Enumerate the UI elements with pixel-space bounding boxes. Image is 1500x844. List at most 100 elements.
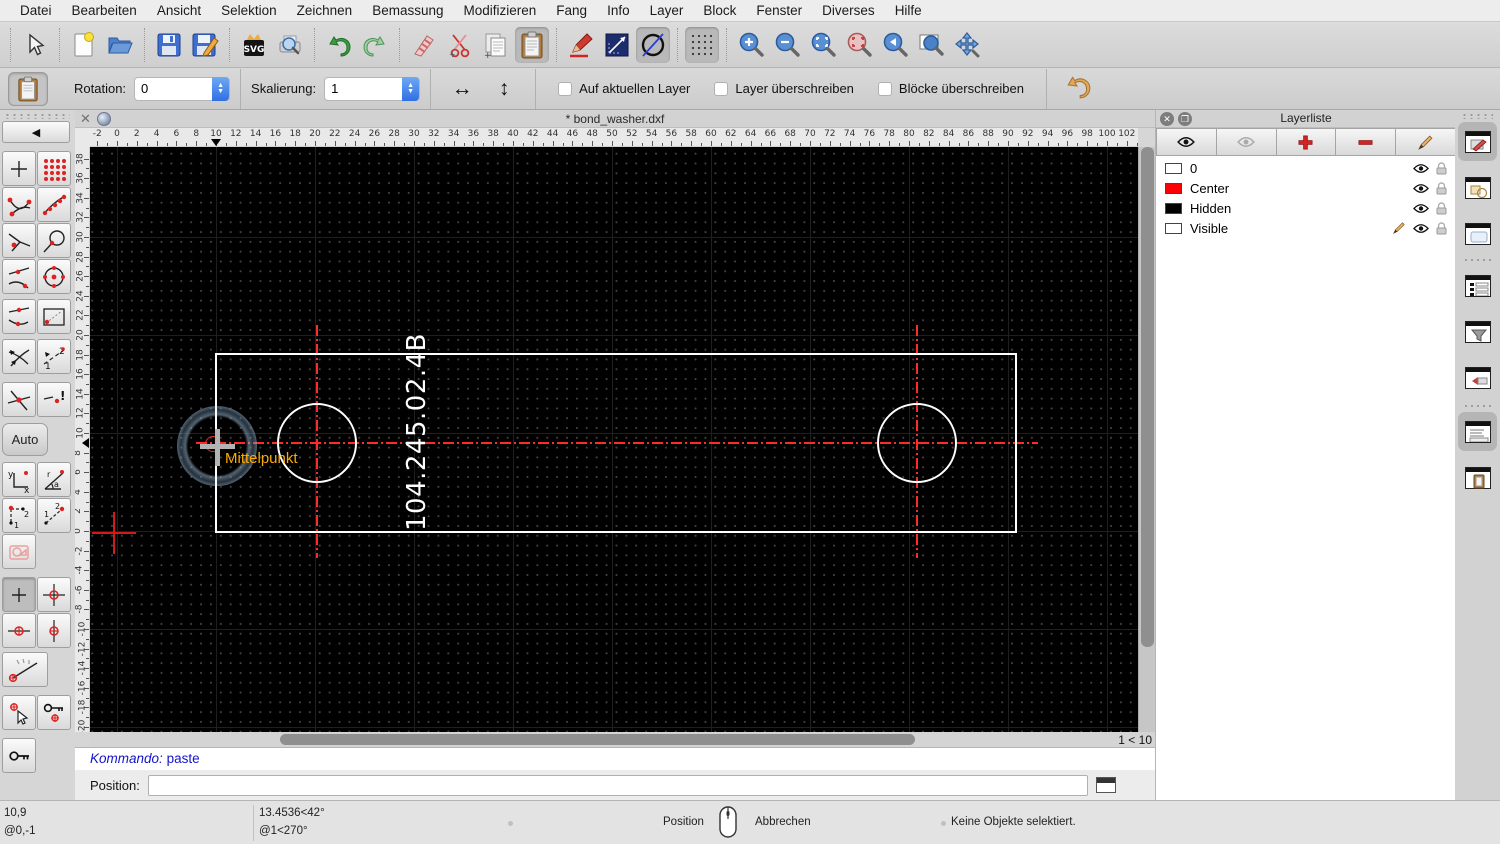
- snap-endpoints-button[interactable]: [2, 187, 36, 222]
- hide-all-layers-button[interactable]: [1216, 128, 1277, 156]
- layer-visible-icon[interactable]: [1413, 163, 1429, 174]
- checkbox-overwrite-blocks[interactable]: Blöcke überschreiben: [877, 81, 1024, 96]
- zoom-selection-button[interactable]: [842, 27, 876, 63]
- dock-selection-filter-button[interactable]: [1458, 312, 1497, 351]
- relative-polar-button[interactable]: 12: [37, 498, 71, 533]
- menu-datei[interactable]: Datei: [10, 3, 62, 18]
- snap-grid-button[interactable]: [37, 151, 71, 186]
- layer-row-visible[interactable]: Visible: [1156, 218, 1456, 238]
- menu-diverses[interactable]: Diverses: [812, 3, 885, 18]
- dock-library-browser-button[interactable]: [1458, 358, 1497, 397]
- checkbox-box[interactable]: [877, 81, 892, 96]
- checkbox-current-layer[interactable]: Auf aktuellen Layer: [558, 81, 690, 96]
- crosshair-horizontal-button[interactable]: [2, 613, 36, 648]
- coordinate-cartesian-button[interactable]: yx: [2, 462, 36, 497]
- flip-horizontal-button[interactable]: ↔: [445, 72, 479, 106]
- menu-bemassung[interactable]: Bemassung: [362, 3, 453, 18]
- dock-layer-list-button[interactable]: [1458, 122, 1497, 161]
- snap-center-button[interactable]: [37, 259, 71, 294]
- rotation-stepper[interactable]: ▲ ▼: [212, 76, 230, 101]
- coordinate-polar-button[interactable]: ra: [37, 462, 71, 497]
- layer-color-swatch[interactable]: [1165, 202, 1182, 214]
- menu-block[interactable]: Block: [693, 3, 746, 18]
- checkbox-overwrite-layers[interactable]: Layer überschreiben: [714, 81, 854, 96]
- save-document-button[interactable]: [152, 27, 186, 63]
- layer-lock-icon[interactable]: [1436, 221, 1447, 235]
- open-document-button[interactable]: [103, 27, 137, 63]
- snap-auto-intersection-button[interactable]: [2, 339, 36, 374]
- menu-hilfe[interactable]: Hilfe: [885, 3, 932, 18]
- crosshair-full-button[interactable]: [37, 577, 71, 612]
- vertical-scrollbar[interactable]: [1138, 147, 1155, 732]
- save-document-as-button[interactable]: [188, 27, 222, 63]
- dock-drag-handle[interactable]: [1461, 113, 1493, 119]
- menu-fang[interactable]: Fang: [546, 3, 597, 18]
- dock-command-line-button[interactable]: [1458, 412, 1497, 451]
- snap-intersection-button[interactable]: [2, 382, 36, 417]
- horizontal-scrollbar-thumb[interactable]: [280, 734, 915, 745]
- layer-lock-icon[interactable]: [1436, 161, 1447, 175]
- selection-pointer-button[interactable]: [18, 27, 52, 63]
- paste-button[interactable]: [515, 26, 549, 63]
- reset-tool-button[interactable]: [1061, 72, 1095, 106]
- snap-reference-button[interactable]: [37, 299, 71, 334]
- menu-selektion[interactable]: Selektion: [211, 3, 287, 18]
- snap-intersection-manual-button[interactable]: 12: [37, 339, 71, 374]
- menu-ansicht[interactable]: Ansicht: [147, 3, 211, 18]
- lock-relative-zero-button[interactable]: [2, 738, 36, 773]
- edit-layer-button[interactable]: [1396, 128, 1456, 156]
- rotation-input[interactable]: [141, 81, 206, 96]
- checkbox-box[interactable]: [714, 81, 729, 96]
- add-layer-button[interactable]: [1276, 128, 1337, 156]
- menu-modifizieren[interactable]: Modifizieren: [454, 3, 547, 18]
- snap-free-button[interactable]: [2, 151, 36, 186]
- snap-on-entity-button[interactable]: [37, 187, 71, 222]
- new-document-button[interactable]: [67, 27, 101, 63]
- flip-vertical-button[interactable]: ↕: [487, 72, 521, 106]
- snap-perpendicular-button[interactable]: [2, 223, 36, 258]
- menu-zeichnen[interactable]: Zeichnen: [287, 3, 363, 18]
- layer-color-swatch[interactable]: [1165, 182, 1182, 194]
- menu-fenster[interactable]: Fenster: [746, 3, 812, 18]
- layer-visible-icon[interactable]: [1413, 183, 1429, 194]
- layer-visible-icon[interactable]: [1413, 203, 1429, 214]
- position-input[interactable]: [147, 774, 1088, 796]
- crosshair-free-button[interactable]: [2, 577, 36, 612]
- panel-close-icon[interactable]: ✕: [1160, 112, 1174, 126]
- menu-bearbeiten[interactable]: Bearbeiten: [62, 3, 147, 18]
- layer-lock-icon[interactable]: [1436, 201, 1447, 215]
- layer-lock-icon[interactable]: [1436, 181, 1447, 195]
- zoom-out-button[interactable]: [770, 27, 804, 63]
- crosshair-vertical-button[interactable]: [37, 613, 71, 648]
- set-reference-key-button[interactable]: [37, 695, 71, 730]
- snap-tangent-button[interactable]: [37, 223, 71, 258]
- layer-row-hidden[interactable]: Hidden: [1156, 198, 1456, 218]
- scale-input[interactable]: [331, 81, 396, 96]
- layer-color-swatch[interactable]: [1165, 222, 1182, 234]
- checkbox-box[interactable]: [558, 81, 573, 96]
- pan-button[interactable]: [950, 27, 984, 63]
- toolbox-back-button[interactable]: ◀: [2, 121, 70, 143]
- show-all-layers-button[interactable]: [1156, 128, 1217, 156]
- delete-eraser-button[interactable]: [407, 27, 441, 63]
- set-reference-pointer-button[interactable]: [2, 695, 36, 730]
- copy-button[interactable]: +: [479, 27, 513, 63]
- zoom-in-button[interactable]: [734, 27, 768, 63]
- panel-detach-icon[interactable]: ❐: [1178, 112, 1192, 126]
- command-window-toggle-icon[interactable]: [1095, 777, 1116, 793]
- layer-row-0[interactable]: 0: [1156, 158, 1456, 178]
- snap-restrict-button[interactable]: !: [37, 382, 71, 417]
- dock-clipboard-button[interactable]: [1458, 458, 1497, 497]
- grid-toggle-button[interactable]: [685, 26, 719, 63]
- undo-button[interactable]: [322, 27, 356, 63]
- zoom-window-button[interactable]: [914, 27, 948, 63]
- print-preview-button[interactable]: [273, 27, 307, 63]
- menu-layer[interactable]: Layer: [640, 3, 694, 18]
- horizontal-scrollbar[interactable]: 1 < 10: [90, 732, 1155, 747]
- layer-color-swatch[interactable]: [1165, 162, 1182, 174]
- auto-zoom-button[interactable]: [806, 27, 840, 63]
- layer-row-center[interactable]: Center: [1156, 178, 1456, 198]
- menu-info[interactable]: Info: [597, 3, 640, 18]
- toolbox-drag-handle[interactable]: [4, 113, 70, 119]
- dock-view-panel-button[interactable]: [1458, 214, 1497, 253]
